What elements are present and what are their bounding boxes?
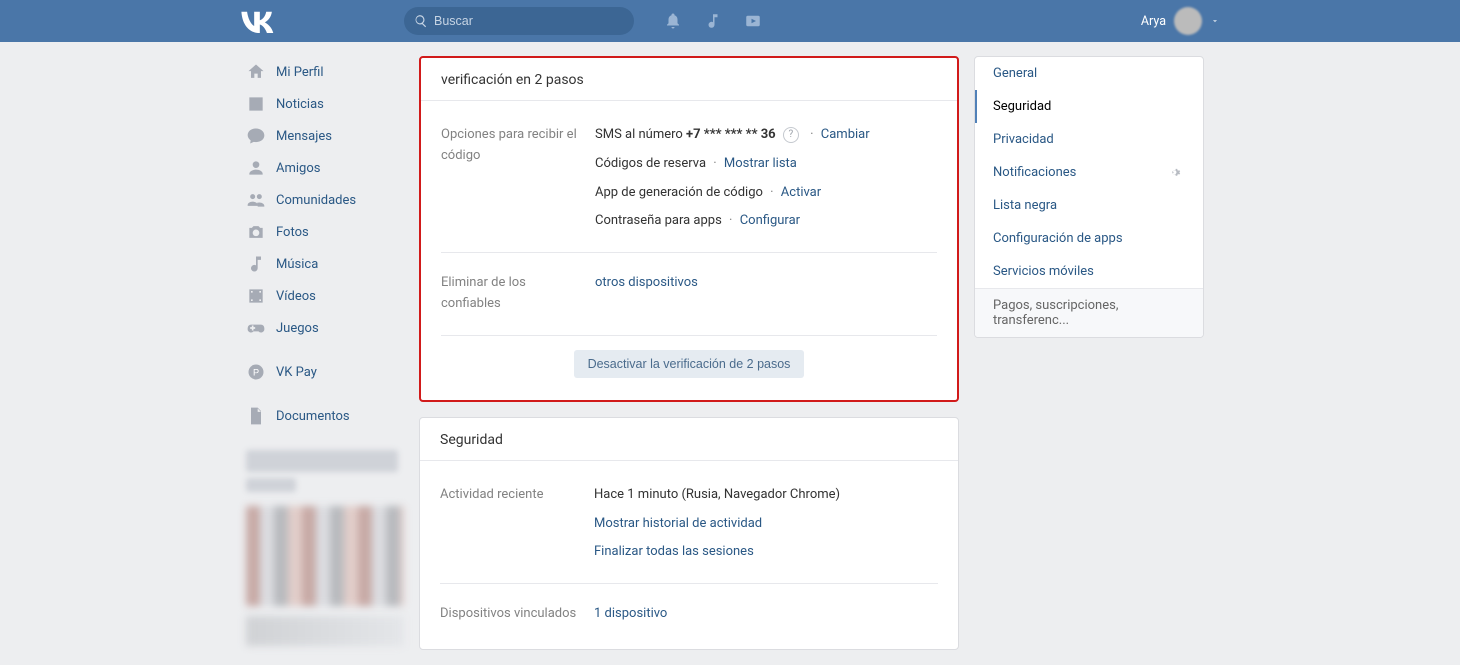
linked-devices-label: Dispositivos vinculados bbox=[440, 604, 580, 625]
help-icon[interactable]: ? bbox=[783, 127, 799, 143]
search-wrap bbox=[404, 7, 634, 35]
configure-link[interactable]: Configurar bbox=[740, 213, 800, 228]
nav-communities[interactable]: Comunidades bbox=[240, 184, 404, 216]
rnav-label: Configuración de apps bbox=[993, 231, 1123, 246]
nav-label: Música bbox=[276, 257, 318, 272]
rnav-label: Servicios móviles bbox=[993, 264, 1094, 279]
avatar bbox=[1174, 7, 1202, 35]
two-step-panel: verificación en 2 pasos Opciones para re… bbox=[419, 56, 959, 402]
nav-label: Juegos bbox=[276, 321, 319, 336]
chevron-down-icon bbox=[1210, 16, 1220, 26]
rnav-blacklist[interactable]: Lista negra bbox=[975, 189, 1203, 222]
rnav-general[interactable]: General bbox=[975, 57, 1203, 90]
friends-icon bbox=[246, 158, 266, 178]
rnav-label: General bbox=[993, 66, 1037, 81]
backup-codes-label: Códigos de reserva bbox=[595, 156, 706, 171]
music-note-icon bbox=[246, 254, 266, 274]
nav-vkpay[interactable]: P VK Pay bbox=[240, 356, 404, 388]
nav-videos[interactable]: Vídeos bbox=[240, 280, 404, 312]
blurred-content bbox=[246, 450, 398, 472]
rnav-label: Notificaciones bbox=[993, 165, 1076, 180]
rnav-security[interactable]: Seguridad bbox=[975, 90, 1203, 123]
nav-messages[interactable]: Mensajes bbox=[240, 120, 404, 152]
nav-label: Amigos bbox=[276, 161, 320, 176]
search-icon bbox=[414, 14, 428, 28]
rnav-privacy[interactable]: Privacidad bbox=[975, 123, 1203, 156]
nav-profile[interactable]: Mi Perfil bbox=[240, 56, 404, 88]
blurred-thumbs bbox=[246, 506, 404, 606]
other-devices-link[interactable]: otros dispositivos bbox=[595, 275, 698, 290]
nav-label: Fotos bbox=[276, 225, 309, 240]
rnav-mobile[interactable]: Servicios móviles bbox=[975, 255, 1203, 288]
nav-music[interactable]: Música bbox=[240, 248, 404, 280]
sms-prefix: SMS al número bbox=[595, 127, 686, 142]
pay-icon: P bbox=[246, 362, 266, 382]
activity-history-link[interactable]: Mostrar historial de actividad bbox=[594, 516, 762, 531]
disable-two-step-button[interactable]: Desactivar la verificación de 2 pasos bbox=[574, 350, 805, 378]
nav-news[interactable]: Noticias bbox=[240, 88, 404, 120]
end-sessions-link[interactable]: Finalizar todas las sesiones bbox=[594, 544, 754, 559]
film-icon bbox=[246, 286, 266, 306]
recent-activity-label: Actividad reciente bbox=[440, 485, 580, 563]
blurred-content bbox=[246, 478, 296, 492]
activate-link[interactable]: Activar bbox=[781, 185, 821, 200]
codegen-label: App de generación de código bbox=[595, 185, 763, 200]
camera-icon bbox=[246, 222, 266, 242]
user-name: Arya bbox=[1141, 14, 1166, 29]
gamepad-icon bbox=[246, 318, 266, 338]
document-icon bbox=[246, 406, 266, 426]
nav-games[interactable]: Juegos bbox=[240, 312, 404, 344]
blurred-thumbs bbox=[246, 616, 404, 646]
nav-friends[interactable]: Amigos bbox=[240, 152, 404, 184]
home-icon bbox=[246, 62, 266, 82]
nav-label: Documentos bbox=[276, 409, 350, 424]
linked-devices-link[interactable]: 1 dispositivo bbox=[594, 606, 667, 621]
sms-number: +7 *** *** ** 36 bbox=[686, 127, 776, 142]
vk-logo[interactable] bbox=[240, 9, 274, 33]
rnav-label: Seguridad bbox=[993, 99, 1051, 114]
nav-label: VK Pay bbox=[276, 365, 317, 380]
security-panel: Seguridad Actividad reciente Hace 1 minu… bbox=[419, 417, 959, 650]
messages-icon bbox=[246, 126, 266, 146]
rnav-label: Pagos, suscripciones, transferenc... bbox=[993, 298, 1185, 328]
communities-icon bbox=[246, 190, 266, 210]
rnav-payments[interactable]: Pagos, suscripciones, transferenc... bbox=[975, 289, 1203, 337]
svg-text:P: P bbox=[253, 367, 259, 377]
video-icon[interactable] bbox=[744, 12, 762, 30]
settings-nav: General Seguridad Privacidad Notificacio… bbox=[974, 56, 1204, 338]
app-password-label: Contraseña para apps bbox=[595, 213, 722, 228]
trusted-label: Eliminar de los confiables bbox=[441, 273, 581, 315]
rnav-apps[interactable]: Configuración de apps bbox=[975, 222, 1203, 255]
nav-label: Vídeos bbox=[276, 289, 316, 304]
bell-icon[interactable] bbox=[664, 12, 682, 30]
rnav-notifications[interactable]: Notificaciones bbox=[975, 156, 1203, 189]
nav-label: Mensajes bbox=[276, 129, 332, 144]
change-link[interactable]: Cambiar bbox=[821, 127, 870, 142]
security-title: Seguridad bbox=[440, 432, 938, 448]
rnav-label: Privacidad bbox=[993, 132, 1054, 147]
nav-documents[interactable]: Documentos bbox=[240, 400, 404, 432]
user-menu[interactable]: Arya bbox=[1141, 7, 1220, 35]
nav-label: Mi Perfil bbox=[276, 65, 324, 80]
nav-label: Noticias bbox=[276, 97, 324, 112]
options-label: Opciones para recibir el código bbox=[441, 125, 581, 232]
nav-photos[interactable]: Fotos bbox=[240, 216, 404, 248]
recent-activity-value: Hace 1 minuto (Rusia, Navegador Chrome) bbox=[594, 485, 938, 506]
gear-icon[interactable] bbox=[1171, 166, 1185, 180]
search-input[interactable] bbox=[404, 7, 634, 35]
rnav-label: Lista negra bbox=[993, 198, 1057, 213]
show-list-link[interactable]: Mostrar lista bbox=[724, 156, 797, 171]
news-icon bbox=[246, 94, 266, 114]
two-step-title: verificación en 2 pasos bbox=[441, 72, 937, 88]
nav-label: Comunidades bbox=[276, 193, 356, 208]
music-icon[interactable] bbox=[704, 12, 722, 30]
